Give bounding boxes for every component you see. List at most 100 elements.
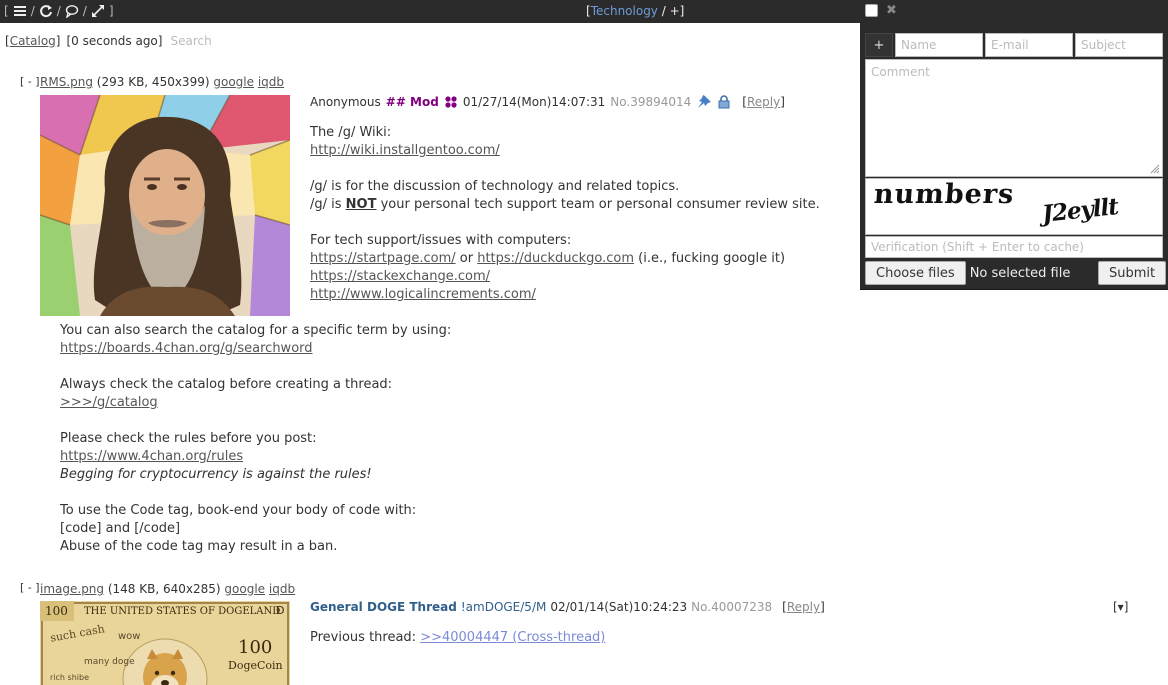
file-info: RMS.png (293 KB, 450x399) google iqdb — [40, 75, 284, 89]
post-line: To use the Code tag, book-end your body … — [60, 503, 417, 518]
bracket-close: ] — [108, 4, 114, 18]
captcha-image[interactable]: numbers J2eyllt — [865, 178, 1163, 235]
post-info: Anonymous ## Mod 01/27/14(Mon)14:07:31 N… — [310, 95, 785, 109]
chat-bubble-icon[interactable] — [65, 4, 79, 18]
post-number[interactable]: No.39894014 — [610, 95, 691, 109]
thread-toggle[interactable]: [ - ] — [20, 75, 40, 88]
captcha-word-1: numbers — [872, 179, 1016, 210]
board-plus-link[interactable]: + — [670, 4, 680, 18]
post-line: /g/ is for the discussion of technology … — [310, 179, 680, 194]
close-icon[interactable]: ✖ — [886, 3, 897, 18]
catalog-board-link[interactable]: >>>/g/catalog — [60, 395, 158, 410]
search-input[interactable] — [168, 33, 289, 49]
catalog-link[interactable]: Catalog — [10, 34, 56, 48]
expand-icon[interactable] — [91, 4, 105, 18]
name-field[interactable] — [895, 33, 983, 57]
file-info: image.png (148 KB, 640x285) google iqdb — [40, 582, 295, 596]
post-line: For tech support/issues with computers: — [310, 233, 572, 248]
duckduckgo-link[interactable]: https://duckduckgo.com — [477, 251, 634, 266]
thread-subject: General DOGE Thread — [310, 600, 457, 614]
post-date: 01/27/14(Mon)14:07:31 — [462, 95, 606, 109]
comment-field[interactable] — [865, 59, 1163, 177]
banknote-country: THE UNITED STATES OF DOGELAND — [84, 606, 281, 617]
refresh-icon[interactable] — [39, 4, 53, 18]
post-menu-button[interactable]: [▾] — [1113, 600, 1128, 614]
rules-link[interactable]: https://www.4chan.org/rules — [60, 449, 243, 464]
post-line: Please check the rules before you post: — [60, 431, 317, 446]
post-text: /g/ is — [310, 197, 346, 212]
startpage-link[interactable]: https://startpage.com/ — [310, 251, 456, 266]
catalog-nav: [Catalog] — [5, 34, 61, 48]
post-thumbnail-image[interactable]: 100 THE UNITED STATES OF DOGELAND Ð such… — [40, 601, 290, 685]
post-line: http://wiki.installgentoo.com/ — [310, 142, 820, 160]
choose-files-button[interactable]: Choose files — [865, 261, 966, 285]
google-search-link[interactable]: google — [213, 75, 254, 89]
banknote-value: 100 — [238, 637, 273, 658]
post-line: Begging for cryptocurrency is against th… — [60, 466, 451, 484]
top-bar-left: [ / / / ] — [4, 4, 114, 18]
board-nav: [Technology / +] — [586, 4, 685, 18]
stackexchange-link[interactable]: https://stackexchange.com/ — [310, 269, 490, 284]
menu-icon[interactable] — [13, 4, 27, 18]
email-field[interactable] — [985, 33, 1073, 57]
post-line: http://www.logicalincrements.com/ — [310, 286, 820, 304]
quick-reply-panel: ✖ + numbers J2eyllt Choose files No sele… — [860, 0, 1168, 290]
reply-link[interactable]: Reply — [787, 600, 820, 614]
post-bold-text: NOT — [345, 197, 377, 212]
iqdb-search-link[interactable]: iqdb — [269, 582, 295, 596]
no-file-label: No selected file — [969, 265, 1071, 281]
post-date: 02/01/14(Sat)10:24:23 — [550, 600, 688, 614]
poster-name: Anonymous — [310, 95, 381, 109]
post-line: https://boards.4chan.org/g/searchword — [60, 340, 451, 358]
post-text: Previous thread: — [310, 630, 421, 645]
submit-button[interactable]: Submit — [1098, 261, 1167, 285]
google-search-link[interactable]: google — [224, 582, 265, 596]
post-line: Previous thread: >>40004447 (Cross-threa… — [310, 629, 605, 647]
banknote-coin-label: DogeCoin — [228, 659, 283, 672]
tripcode: !amDOGE/5/M — [460, 600, 547, 614]
sticky-pin-icon — [698, 95, 712, 108]
thread-sticky: [ - ] RMS.png (293 KB, 450x399) google i… — [20, 75, 840, 565]
post-line: https://www.4chan.org/rules — [60, 448, 451, 466]
post-line — [310, 160, 820, 178]
post-line: You can also search the catalog for a sp… — [60, 323, 452, 338]
banknote-wow: wow — [118, 631, 141, 642]
reply-link[interactable]: Reply — [747, 95, 780, 109]
capcode: ## Mod — [385, 95, 439, 109]
file-name-link[interactable]: RMS.png — [40, 75, 93, 89]
autohide-checkbox[interactable] — [865, 4, 878, 17]
separator: / — [82, 4, 87, 18]
wiki-link[interactable]: http://wiki.installgentoo.com/ — [310, 143, 500, 158]
banknote-rich: rich shibe — [50, 673, 89, 682]
iqdb-search-link[interactable]: iqdb — [258, 75, 284, 89]
banknote-many: many doge — [84, 657, 135, 667]
separator: / — [56, 4, 61, 18]
post-line — [60, 484, 451, 502]
verification-input[interactable] — [865, 236, 1163, 258]
file-meta: (293 KB, 450x399) — [96, 75, 210, 89]
add-post-button[interactable]: + — [865, 33, 893, 57]
board-link[interactable]: Technology — [591, 4, 658, 18]
post-body-continued: You can also search the catalog for a sp… — [60, 322, 451, 556]
bracket-open: [ — [4, 4, 9, 18]
post-line: Abuse of the code tag may result in a ba… — [60, 539, 338, 554]
post-line: /g/ is NOT your personal tech support te… — [310, 196, 820, 214]
post-text: your personal tech support team or perso… — [376, 197, 820, 212]
update-status: [0 seconds ago] — [66, 34, 163, 48]
subject-field[interactable] — [1075, 33, 1163, 57]
post-thumbnail-image[interactable] — [40, 95, 290, 316]
post-body: The /g/ Wiki: http://wiki.installgentoo.… — [310, 124, 820, 304]
searchword-link[interactable]: https://boards.4chan.org/g/searchword — [60, 341, 313, 356]
quote-link[interactable]: >>40004447 (Cross-thread) — [420, 630, 605, 645]
sub-header: [Catalog] [0 seconds ago] — [5, 33, 289, 49]
post-line — [60, 358, 451, 376]
post-number[interactable]: No.40007238 — [691, 600, 772, 614]
thread-toggle[interactable]: [ - ] — [20, 581, 40, 594]
post-line: https://startpage.com/ or https://duckdu… — [310, 250, 820, 268]
logicalincrements-link[interactable]: http://www.logicalincrements.com/ — [310, 287, 536, 302]
file-name-link[interactable]: image.png — [40, 582, 104, 596]
post-line — [310, 214, 820, 232]
post-italic-text: Begging for cryptocurrency is against th… — [60, 467, 372, 482]
file-picker: Choose files No selected file — [865, 261, 1070, 285]
resize-handle-icon[interactable] — [1150, 164, 1160, 174]
